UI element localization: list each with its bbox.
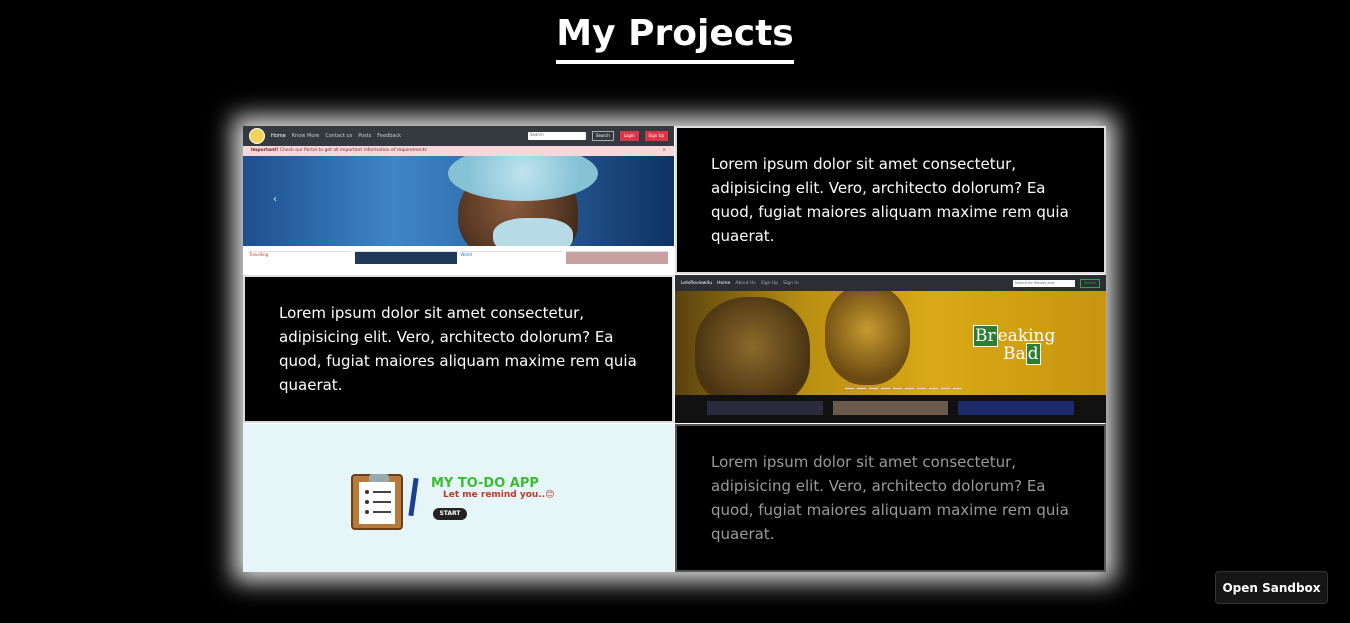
preview-card: World: [460, 251, 563, 264]
preview-nav-link: Feedback: [377, 133, 402, 139]
pen-icon: [408, 477, 419, 517]
todo-app-subtitle: Let me remind you..😊: [443, 490, 555, 500]
preview-alert: Important! Check our Portal to get all i…: [243, 146, 674, 156]
preview-search-input: Search for Movies and: [1012, 279, 1075, 287]
page-title: My Projects: [0, 12, 1350, 64]
todo-start-button: START: [433, 508, 467, 520]
preview-nav-link: Sign Up: [760, 280, 779, 286]
project-medical-portal-preview[interactable]: Home Know More Contact us Posts Feedback…: [243, 126, 674, 274]
preview-card-image: [354, 251, 457, 264]
preview-navbar: Home Know More Contact us Posts Feedback…: [243, 126, 674, 146]
preview-login-button: Login: [619, 131, 639, 141]
project-description: Lorem ipsum dolor sit amet consectetur, …: [675, 126, 1106, 274]
preview-nav-link: Home: [271, 133, 286, 139]
preview-brand: LetsReview4u: [681, 280, 713, 286]
preview-card: Travelling: [249, 251, 351, 264]
preview-cards: Travelling World: [243, 246, 674, 270]
projects-grid: Home Know More Contact us Posts Feedback…: [243, 126, 1106, 572]
preview-thumbnails: [675, 395, 1106, 423]
preview-search-button: Search: [591, 131, 614, 141]
preview-card-image: [566, 251, 668, 264]
preview-hero-image: ‹: [243, 156, 674, 246]
preview-nav-link: Sign In: [783, 280, 799, 286]
preview-nav-link: About Us: [735, 280, 756, 286]
carousel-indicators: [845, 388, 962, 389]
preview-nav-link: Know More: [291, 133, 320, 139]
preview-nav-link: Home: [717, 280, 731, 286]
project-todo-app-preview[interactable]: MY TO-DO APP Let me remind you..😊 START: [243, 424, 674, 572]
preview-nav-link: Contact us: [325, 133, 353, 139]
todo-app-logo: MY TO-DO APP Let me remind you..😊 START: [351, 470, 571, 530]
preview-search-button: Search: [1079, 278, 1100, 288]
preview-search-input: Search: [527, 132, 586, 140]
preview-signup-button: Sign Up: [644, 131, 668, 141]
preview-navbar: LetsReview4u Home About Us Sign Up Sign …: [675, 275, 1106, 291]
preview-hero-image: Br eaking Ba d: [675, 291, 1106, 395]
project-movie-review-preview[interactable]: LetsReview4u Home About Us Sign Up Sign …: [675, 275, 1106, 423]
close-icon: ×: [662, 148, 666, 153]
chevron-left-icon: ‹: [273, 194, 277, 205]
todo-app-title: MY TO-DO APP: [431, 476, 539, 491]
preview-nav-link: Posts: [358, 133, 372, 139]
breaking-bad-logo: Br eaking Ba d: [973, 325, 1056, 365]
site-logo: [249, 128, 265, 144]
project-description: Lorem ipsum dolor sit amet consectetur, …: [243, 275, 674, 423]
open-sandbox-button[interactable]: Open Sandbox: [1215, 571, 1328, 604]
clipboard-icon: [351, 474, 403, 530]
project-description: Lorem ipsum dolor sit amet consectetur, …: [675, 424, 1106, 572]
